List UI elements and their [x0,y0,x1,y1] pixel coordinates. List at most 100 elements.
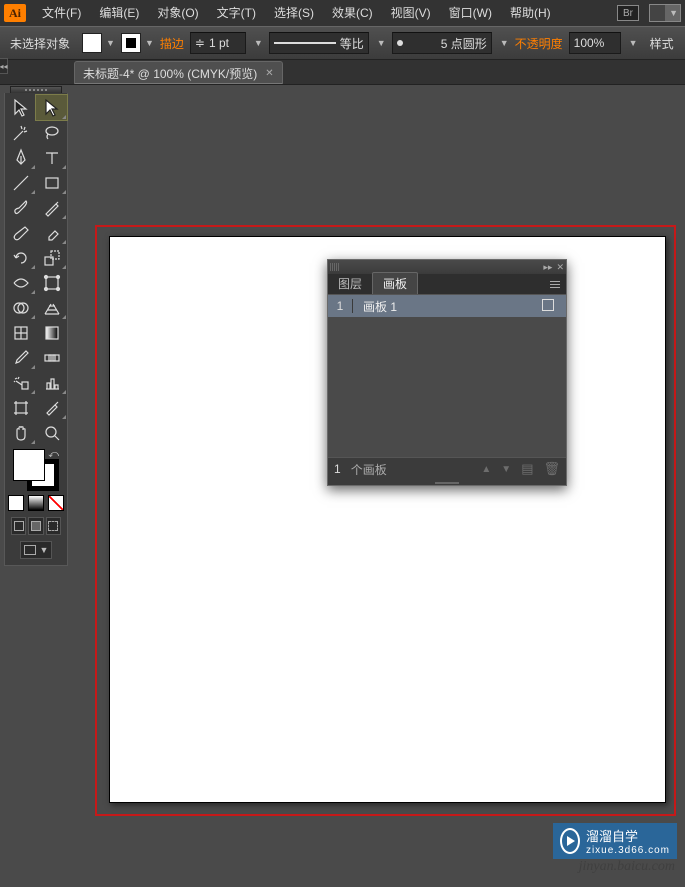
fill-swatch-icon [82,33,102,53]
stroke-color-button[interactable]: ▼ [121,33,154,53]
blob-brush-tool[interactable] [5,220,36,245]
pencil-tool[interactable] [36,195,67,220]
move-down-icon[interactable]: ▼ [501,464,511,475]
close-tab-icon[interactable]: ✕ [265,68,273,79]
none-mode-icon[interactable] [48,495,64,511]
toolbox: ⤺ ▼ [4,93,68,566]
artboard-list: 1 画板 1 [328,295,566,457]
brush-dropdown[interactable]: 5 点圆形 [392,32,492,54]
opacity-input[interactable]: 100% [569,32,621,54]
gradient-tool[interactable] [36,320,67,345]
free-transform-tool[interactable] [36,270,67,295]
gradient-mode-icon[interactable] [28,495,44,511]
artboard-count: 1 [334,462,341,476]
draw-normal-icon[interactable] [11,517,26,535]
opacity-value: 100% [574,36,605,50]
symbol-sprayer-tool[interactable] [5,370,36,395]
document-tab-title: 未标题-4* @ 100% (CMYK/预览) [83,65,257,82]
move-up-icon[interactable]: ▲ [481,464,491,475]
screen-mode-button[interactable]: ▼ [20,541,52,559]
app-logo-icon: Ai [4,4,26,22]
stroke-swatch-icon [121,33,141,53]
watermark-badge: 溜溜自学 zixue.3d66.com [553,823,677,859]
paintbrush-tool[interactable] [5,195,36,220]
panel-titlebar[interactable]: ▸▸ ✕ [328,260,566,274]
arrange-documents-button[interactable]: ▼ [649,4,681,22]
document-tab[interactable]: 未标题-4* @ 100% (CMYK/预览) ✕ [74,61,283,84]
menu-view[interactable]: 视图(V) [383,0,439,26]
artboard-list-empty-area [328,317,566,457]
opacity-label[interactable]: 不透明度 [515,35,563,52]
menu-window[interactable]: 窗口(W) [441,0,500,26]
perspective-grid-tool[interactable] [36,295,67,320]
delete-artboard-icon[interactable]: 🗑 [543,461,560,477]
color-mode-icon[interactable] [8,495,24,511]
mesh-tool[interactable] [5,320,36,345]
scale-tool[interactable] [36,245,67,270]
menu-bar: Ai 文件(F) 编辑(E) 对象(O) 文字(T) 选择(S) 效果(C) 视… [0,0,685,26]
menu-select[interactable]: 选择(S) [266,0,322,26]
column-graph-tool[interactable] [36,370,67,395]
menu-type[interactable]: 文字(T) [209,0,264,26]
pen-tool[interactable] [5,145,36,170]
rectangle-tool[interactable] [36,170,67,195]
play-icon [560,828,580,854]
slice-tool[interactable] [36,395,67,420]
expand-left-panels-button[interactable]: ◂◂ [0,58,8,74]
fill-color-button[interactable]: ▼ [82,33,115,53]
document-tab-bar: 未标题-4* @ 100% (CMYK/预览) ✕ [0,60,685,85]
artboard-tool[interactable] [5,395,36,420]
zoom-tool[interactable] [36,420,67,445]
fill-tile-icon[interactable] [13,449,45,481]
lasso-tool[interactable] [36,120,67,145]
stroke-profile-dropdown[interactable]: 等比 [269,32,369,54]
artboard-count-label: 个画板 [351,461,387,478]
panel-resize-handle[interactable] [328,480,566,485]
control-bar: 未选择对象 ▼ ▼ 描边 ≑1 pt ▼ 等比 ▼ 5 点圆形 ▼ 不透明度 1… [0,26,685,60]
line-tool[interactable] [5,170,36,195]
panel-menu-icon[interactable] [548,277,562,291]
bridge-icon[interactable]: Br [617,5,639,21]
draw-behind-icon[interactable] [28,517,43,535]
blend-tool[interactable] [36,345,67,370]
canvas-area[interactable]: ▸▸ ✕ 图层 画板 1 画板 1 1 个画板 [71,86,685,887]
fill-stroke-indicator[interactable]: ⤺ [13,449,59,491]
panel-tabs: 图层 画板 [328,274,566,295]
menu-file[interactable]: 文件(F) [34,0,89,26]
profile-label: 等比 [340,35,364,52]
tab-layers[interactable]: 图层 [328,273,372,294]
selection-status: 未选择对象 [4,35,76,52]
hand-tool[interactable] [5,420,36,445]
stroke-label[interactable]: 描边 [160,35,184,52]
menu-effect[interactable]: 效果(C) [324,0,381,26]
direct-selection-tool[interactable] [36,95,67,120]
swap-fill-stroke-icon[interactable]: ⤺ [48,449,59,460]
panel-footer: 1 个画板 ▲ ▼ ▤ 🗑 [328,457,566,480]
panel-collapse-icon[interactable]: ▸▸ [543,262,552,273]
artboards-panel: ▸▸ ✕ 图层 画板 1 画板 1 1 个画板 [327,259,567,486]
rotate-tool[interactable] [5,245,36,270]
width-tool[interactable] [5,270,36,295]
watermark-brand: 溜溜自学 [586,826,670,845]
brush-label: 5 点圆形 [441,35,487,52]
new-artboard-icon[interactable]: ▤ [521,461,533,477]
type-tool[interactable] [36,145,67,170]
draw-inside-icon[interactable] [46,517,61,535]
eyedropper-tool[interactable] [5,345,36,370]
menu-help[interactable]: 帮助(H) [502,0,559,26]
style-label: 样式 [644,35,674,52]
menu-object[interactable]: 对象(O) [149,0,206,26]
tab-artboards[interactable]: 画板 [372,272,418,294]
artboard-name[interactable]: 画板 1 [353,298,530,315]
menu-edit[interactable]: 编辑(E) [91,0,147,26]
eraser-tool[interactable] [36,220,67,245]
panel-close-icon[interactable]: ✕ [556,262,564,273]
workspace: ⤺ ▼ ▸▸ ✕ [0,86,685,887]
magic-wand-tool[interactable] [5,120,36,145]
artboard-row[interactable]: 1 画板 1 [328,295,566,317]
artboard-index: 1 [328,299,353,313]
shape-builder-tool[interactable] [5,295,36,320]
artboard-options-icon[interactable] [530,299,566,314]
stroke-weight-input[interactable]: ≑1 pt [190,32,246,54]
selection-tool[interactable] [5,95,36,120]
